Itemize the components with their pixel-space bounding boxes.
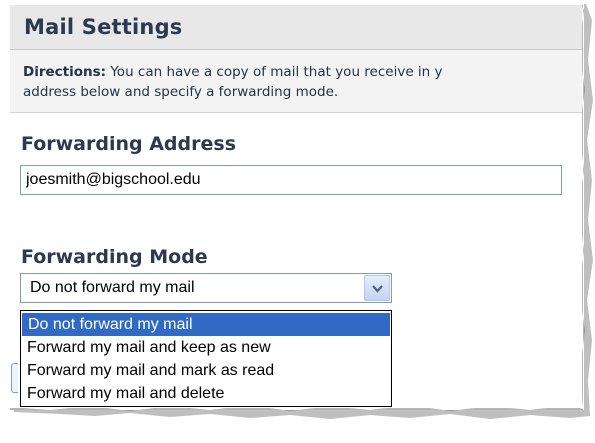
chevron-down-icon <box>372 285 383 293</box>
option-forward-mark-read[interactable]: Forward my mail and mark as read <box>21 359 391 382</box>
directions-text: Directions: You can have a copy of mail … <box>23 62 582 102</box>
directions-line2: address below and specify a forwarding m… <box>23 84 339 100</box>
option-do-not-forward[interactable]: Do not forward my mail <box>22 313 390 336</box>
option-forward-delete[interactable]: Forward my mail and delete <box>21 382 391 405</box>
forwarding-address-label: Forwarding Address <box>21 133 237 155</box>
header-bar: Mail Settings <box>10 5 582 50</box>
mail-settings-panel: Mail Settings Directions: You can have a… <box>10 5 582 408</box>
page-title: Mail Settings <box>24 15 183 39</box>
obscured-button-edge <box>11 363 18 393</box>
option-forward-keep-new[interactable]: Forward my mail and keep as new <box>21 336 391 359</box>
directions-line1: You can have a copy of mail that you rec… <box>106 64 443 80</box>
forwarding-address-input[interactable] <box>20 165 562 195</box>
forwarding-mode-options-list: Do not forward my mail Forward my mail a… <box>20 310 392 407</box>
directions-label: Directions: <box>23 64 107 80</box>
directions-box: Directions: You can have a copy of mail … <box>10 50 582 113</box>
forwarding-mode-select[interactable]: Do not forward my mail <box>20 273 392 303</box>
forwarding-mode-selected-value: Do not forward my mail <box>30 279 195 296</box>
forwarding-mode-label: Forwarding Mode <box>21 246 208 268</box>
dropdown-button[interactable] <box>364 275 390 301</box>
